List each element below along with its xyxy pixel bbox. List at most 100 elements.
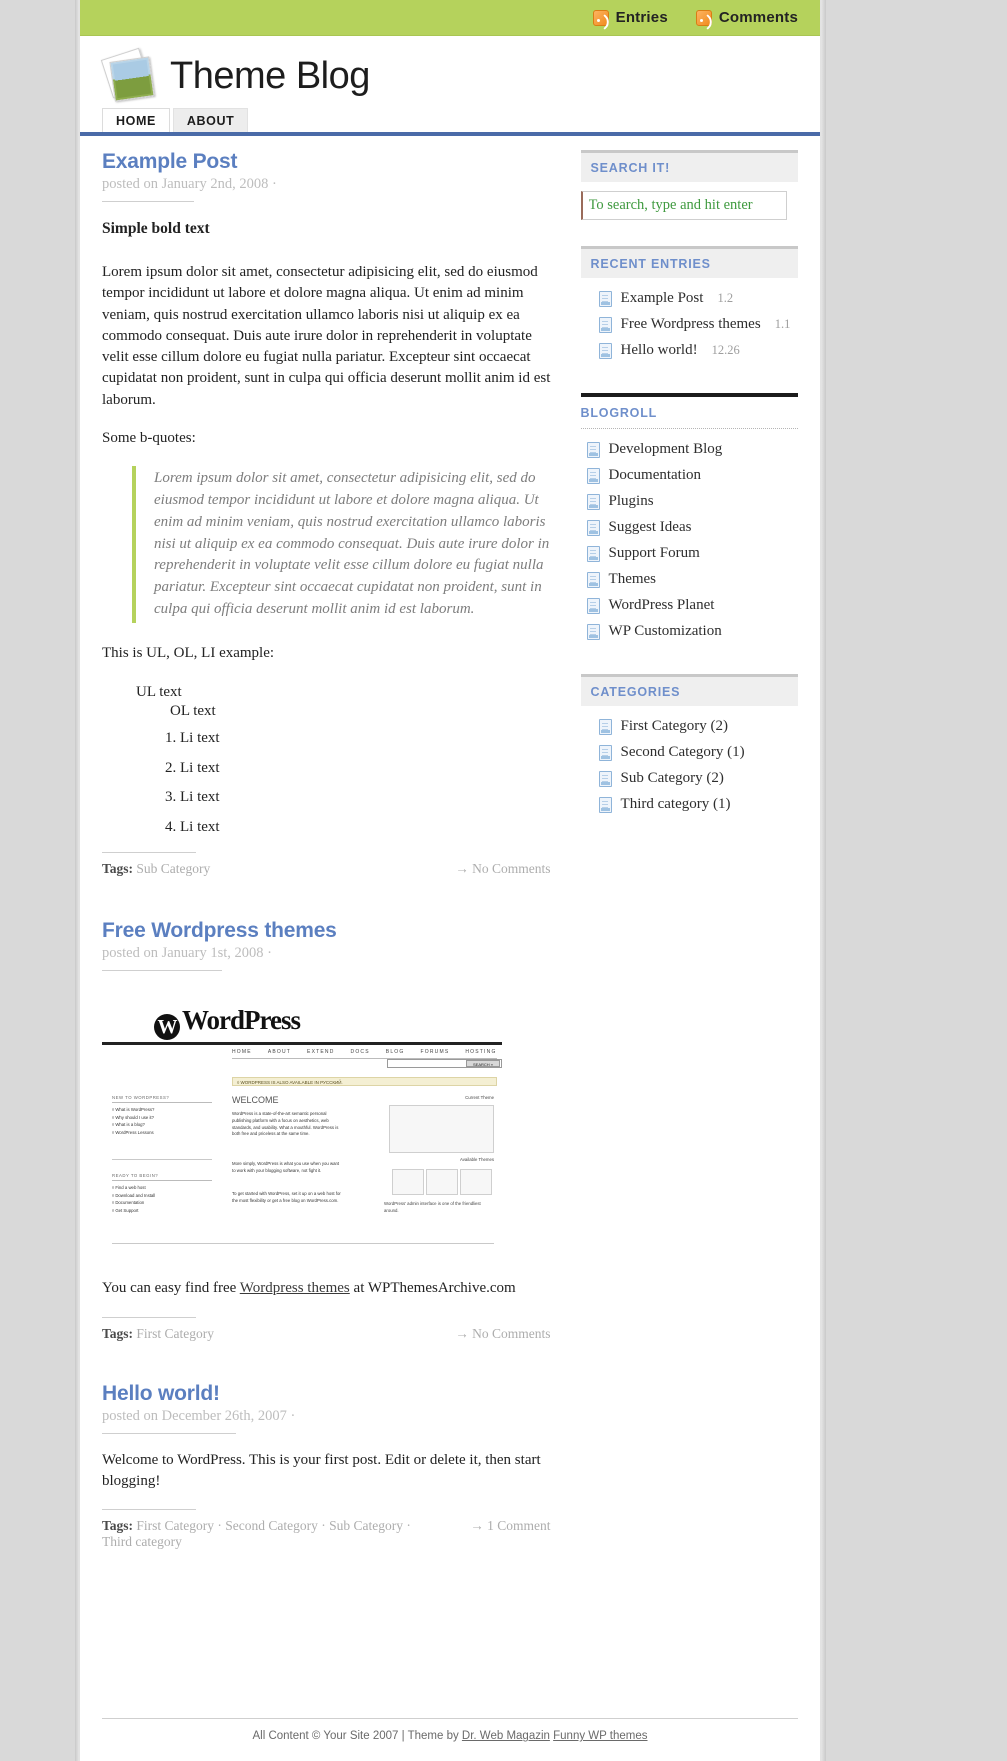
document-icon (586, 597, 600, 614)
blogroll-link[interactable]: Suggest Ideas (609, 519, 692, 536)
entries-feed-link[interactable]: Entries (592, 9, 668, 26)
list-item[interactable]: Themes (586, 571, 798, 588)
post-body: Simple bold text Lorem ipsum dolor sit a… (102, 202, 551, 838)
blogroll-link[interactable]: Plugins (609, 493, 654, 510)
wordpress-left-col-1: NEW TO WORDPRESS? ◊ What is WordPress? ◊… (112, 1095, 212, 1136)
list-item[interactable]: Second Category (1) (598, 744, 798, 761)
comments-link[interactable]: → No Comments (455, 861, 550, 877)
list-item[interactable]: Free Wordpress themes 1.1 (598, 316, 798, 333)
wordpress-theme-preview (389, 1105, 494, 1154)
recent-entry-date: 12.26 (711, 343, 740, 357)
wordpress-left-col-2: READY TO BEGIN? ◊ Find a web host ◊ Down… (112, 1173, 212, 1214)
list-item: Li text (180, 816, 551, 839)
rss-icon (592, 9, 609, 26)
wordpress-left-item: ◊ What is WordPress? (112, 1107, 155, 1113)
footer-link-funny-wp[interactable]: Funny WP themes (553, 1730, 647, 1742)
widget-search-heading: SEARCH IT! (590, 161, 671, 175)
post-body-text: You can easy find free Wordpress themes … (102, 1278, 551, 1299)
post-title: Free Wordpress themes (102, 919, 551, 943)
post-example-post: Example Post posted on January 2nd, 2008… (102, 150, 551, 877)
top-feed-bar: Entries Comments (80, 0, 820, 36)
wordpress-right-caption: WordPress' admin interface is one of the… (384, 1201, 481, 1213)
footer-spacer (80, 1558, 820, 1718)
blogroll-link[interactable]: Development Blog (609, 441, 723, 458)
blogroll-link[interactable]: WordPress Planet (609, 597, 715, 614)
widget-recent-entries: RECENT ENTRIES Example Post 1.2 Free Wor… (580, 246, 798, 359)
post-title-link[interactable]: Example Post (102, 150, 238, 173)
page-shadow-right (820, 0, 826, 1761)
post-meta: posted on January 2nd, 2008 · (102, 176, 277, 202)
footer-link-drweb[interactable]: Dr. Web Magazin (462, 1730, 550, 1742)
blogroll-link[interactable]: WP Customization (609, 623, 722, 640)
list-item[interactable]: Suggest Ideas (586, 519, 798, 536)
document-icon (586, 493, 600, 510)
post-paragraph-1: Welcome to WordPress. This is your first… (102, 1451, 541, 1490)
post-footer: Tags: First Category · Second Category ·… (102, 1509, 551, 1550)
list-item[interactable]: Support Forum (586, 545, 798, 562)
comments-link[interactable]: → 1 Comment (470, 1518, 550, 1534)
post-paragraph-1: Lorem ipsum dolor sit amet, consectetur … (102, 264, 551, 408)
blogroll-link[interactable]: Themes (609, 571, 656, 588)
post-meta: posted on December 26th, 2007 · (102, 1408, 295, 1434)
document-icon (598, 290, 612, 307)
post-meta: posted on January 1st, 2008 · (102, 945, 272, 972)
list-item[interactable]: WordPress Planet (586, 597, 798, 614)
list-item[interactable]: First Category (2) (598, 718, 798, 735)
tab-home[interactable]: HOME (102, 107, 170, 132)
demo-unordered-list: UL text (136, 681, 551, 704)
post-body: Welcome to WordPress. This is your first… (102, 1434, 551, 1493)
category-link[interactable]: Third category (1) (621, 796, 731, 813)
list-item[interactable]: Sub Category (2) (598, 770, 798, 787)
tag-link[interactable]: First Category (136, 1326, 214, 1341)
wordpress-theme-thumb (392, 1169, 424, 1196)
document-icon (598, 316, 612, 333)
list-item[interactable]: Third category (1) (598, 796, 798, 813)
tag-link[interactable]: First Category · Second Category · Sub C… (102, 1518, 411, 1549)
recent-entries-list: Example Post 1.2 Free Wordpress themes 1… (581, 290, 798, 359)
demo-ordered-list: Li text Li text Li text Li text (158, 727, 551, 838)
wordpress-themes-link[interactable]: Wordpress themes (240, 1280, 350, 1296)
post-title-link[interactable]: Free Wordpress themes (102, 919, 337, 942)
recent-entry-link[interactable]: Free Wordpress themes (621, 316, 761, 333)
list-item[interactable]: Hello world! 12.26 (598, 342, 798, 359)
main-column: Example Post posted on January 2nd, 2008… (102, 136, 551, 1558)
widget-search-header: SEARCH IT! (580, 150, 798, 182)
wordpress-left-heading-1: NEW TO WORDPRESS? (112, 1095, 212, 1104)
search-input[interactable] (580, 191, 787, 220)
site-title-link[interactable]: Theme Blog (170, 55, 370, 98)
post-title-link[interactable]: Hello world! (102, 1382, 220, 1405)
main-nav: HOME ABOUT (80, 107, 820, 136)
body-prefix: You can easy find free (102, 1280, 240, 1297)
footer-text: All Content © Your Site 2007 | Theme by (252, 1730, 462, 1743)
body-suffix: at WPThemesArchive.com (349, 1280, 516, 1297)
category-link[interactable]: Second Category (1) (621, 744, 745, 761)
wordpress-search-button: SEARCH » (466, 1060, 500, 1068)
wordpress-brand-text: WordPress (182, 1005, 301, 1036)
photos-logo-icon (100, 47, 158, 105)
page-footer: All Content © Your Site 2007 | Theme by … (102, 1718, 798, 1742)
list-item[interactable]: Example Post 1.2 (598, 290, 798, 307)
recent-entry-link[interactable]: Example Post (621, 290, 704, 307)
category-link[interactable]: Sub Category (2) (621, 770, 724, 787)
content-area: Example Post posted on January 2nd, 2008… (80, 136, 820, 1558)
wordpress-paragraph-3: To get started with WordPress, set it up… (232, 1191, 341, 1204)
blogroll-link[interactable]: Support Forum (609, 545, 700, 562)
comments-feed-link[interactable]: Comments (695, 9, 798, 26)
recent-entry-link[interactable]: Hello world! (621, 342, 698, 359)
list-item[interactable]: Plugins (586, 493, 798, 510)
category-link[interactable]: First Category (2) (621, 718, 728, 735)
widget-blogroll-heading: BLOGROLL (580, 406, 798, 429)
blogroll-link[interactable]: Documentation (609, 467, 701, 484)
list-item[interactable]: Documentation (586, 467, 798, 484)
list-item[interactable]: Development Blog (586, 441, 798, 458)
demo-list-wrapper: Li text Li text Li text Li text (136, 727, 551, 838)
tab-about[interactable]: ABOUT (172, 107, 249, 132)
wordpress-paragraph-2: More simply, WordPress is what you use w… (232, 1161, 340, 1174)
tag-link[interactable]: Sub Category (136, 861, 210, 876)
document-icon (598, 770, 612, 787)
document-icon (598, 342, 612, 359)
comments-link[interactable]: → No Comments (455, 1326, 550, 1342)
wordpress-screenshot-image: W WordPress HOME ABOUT EXTEND DOCS BLOG FORUMS… (102, 1001, 502, 1257)
post-footer: Tags: First Category → No Comments (102, 1316, 551, 1342)
list-item[interactable]: WP Customization (586, 623, 798, 640)
